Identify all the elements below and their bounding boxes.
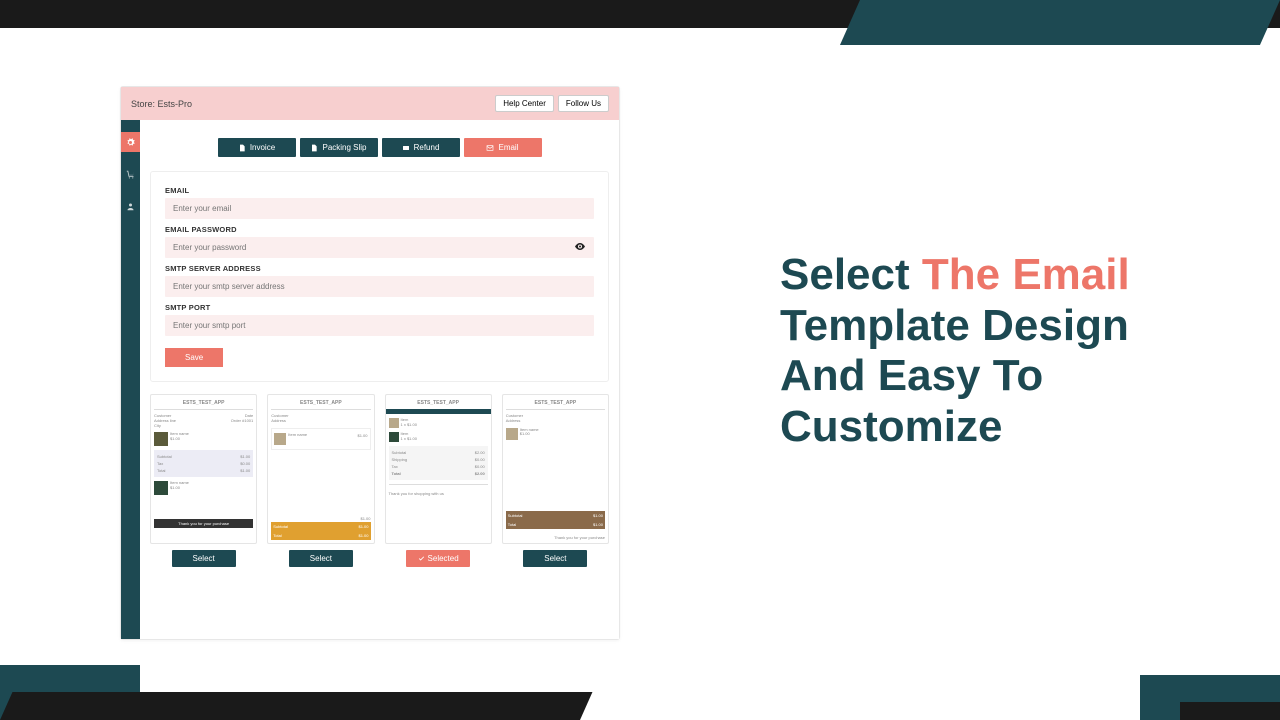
card-icon xyxy=(402,144,410,152)
preview-title: ESTS_TEST_APP xyxy=(506,398,605,407)
gear-icon xyxy=(126,138,135,147)
tab-refund[interactable]: Refund xyxy=(382,138,460,157)
tab-label: Refund xyxy=(414,143,440,152)
store-label: Store: Ests-Pro xyxy=(131,99,491,109)
tab-invoice[interactable]: Invoice xyxy=(218,138,296,157)
preview-cta: Thank you for your purchase xyxy=(154,519,253,528)
headline-rest: Template Design And Easy To Customize xyxy=(780,301,1129,451)
sidebar-item-cart[interactable] xyxy=(121,164,140,184)
port-label: SMTP PORT xyxy=(165,303,594,312)
save-button[interactable]: Save xyxy=(165,348,223,367)
frame-top-right-teal xyxy=(840,0,1280,45)
headline-accent: The Email xyxy=(922,250,1130,299)
select-template-4-button[interactable]: Select xyxy=(523,550,587,567)
template-gallery: ESTS_TEST_APP CustomerAddress lineCityDa… xyxy=(150,394,609,567)
select-template-2-button[interactable]: Select xyxy=(289,550,353,567)
headline-pre: Select xyxy=(780,250,922,299)
smtp-label: SMTP SERVER ADDRESS xyxy=(165,264,594,273)
template-card-4[interactable]: ESTS_TEST_APP CustomerAddress Item name$… xyxy=(502,394,609,544)
smtp-port-field[interactable] xyxy=(165,315,594,336)
tab-label: Invoice xyxy=(250,143,275,152)
smtp-server-field[interactable] xyxy=(165,276,594,297)
headline: Select The Email Template Design And Eas… xyxy=(780,250,1200,452)
main-pane: Invoice Packing Slip Refund Email EMAIL xyxy=(140,120,619,639)
eye-icon[interactable] xyxy=(574,240,586,255)
template-card-3[interactable]: ESTS_TEST_APP Item1 x $1.00 Item1 x $1.0… xyxy=(385,394,492,544)
app-header: Store: Ests-Pro Help Center Follow Us xyxy=(121,87,619,120)
sidebar xyxy=(121,120,140,639)
tab-email[interactable]: Email xyxy=(464,138,542,157)
frame-bottom-right-black xyxy=(1180,702,1280,720)
select-template-1-button[interactable]: Select xyxy=(172,550,236,567)
preview-title: ESTS_TEST_APP xyxy=(154,398,253,407)
tab-label: Packing Slip xyxy=(322,143,366,152)
frame-bottom-left-black xyxy=(0,692,592,720)
selected-template-3-button[interactable]: Selected xyxy=(406,550,470,567)
email-label: EMAIL xyxy=(165,186,594,195)
preview-title: ESTS_TEST_APP xyxy=(271,398,370,407)
app-window: Store: Ests-Pro Help Center Follow Us In… xyxy=(120,86,620,640)
follow-us-button[interactable]: Follow Us xyxy=(558,95,609,112)
cart-icon xyxy=(126,170,135,179)
email-field[interactable] xyxy=(165,198,594,219)
tabs: Invoice Packing Slip Refund Email xyxy=(150,130,609,161)
smtp-form: EMAIL EMAIL PASSWORD SMTP SERVER ADDRESS… xyxy=(150,171,609,382)
user-icon xyxy=(126,202,135,211)
template-card-2[interactable]: ESTS_TEST_APP CustomerAddress Item name$… xyxy=(267,394,374,544)
password-field[interactable] xyxy=(165,237,594,258)
selected-label: Selected xyxy=(428,554,459,563)
tab-label: Email xyxy=(498,143,518,152)
preview-title: ESTS_TEST_APP xyxy=(389,398,488,407)
file-icon xyxy=(310,144,318,152)
file-icon xyxy=(238,144,246,152)
password-label: EMAIL PASSWORD xyxy=(165,225,594,234)
template-card-1[interactable]: ESTS_TEST_APP CustomerAddress lineCityDa… xyxy=(150,394,257,544)
help-center-button[interactable]: Help Center xyxy=(495,95,554,112)
check-icon xyxy=(418,555,425,562)
mail-icon xyxy=(486,144,494,152)
sidebar-item-user[interactable] xyxy=(121,196,140,216)
tab-packing-slip[interactable]: Packing Slip xyxy=(300,138,378,157)
sidebar-item-settings[interactable] xyxy=(121,132,140,152)
